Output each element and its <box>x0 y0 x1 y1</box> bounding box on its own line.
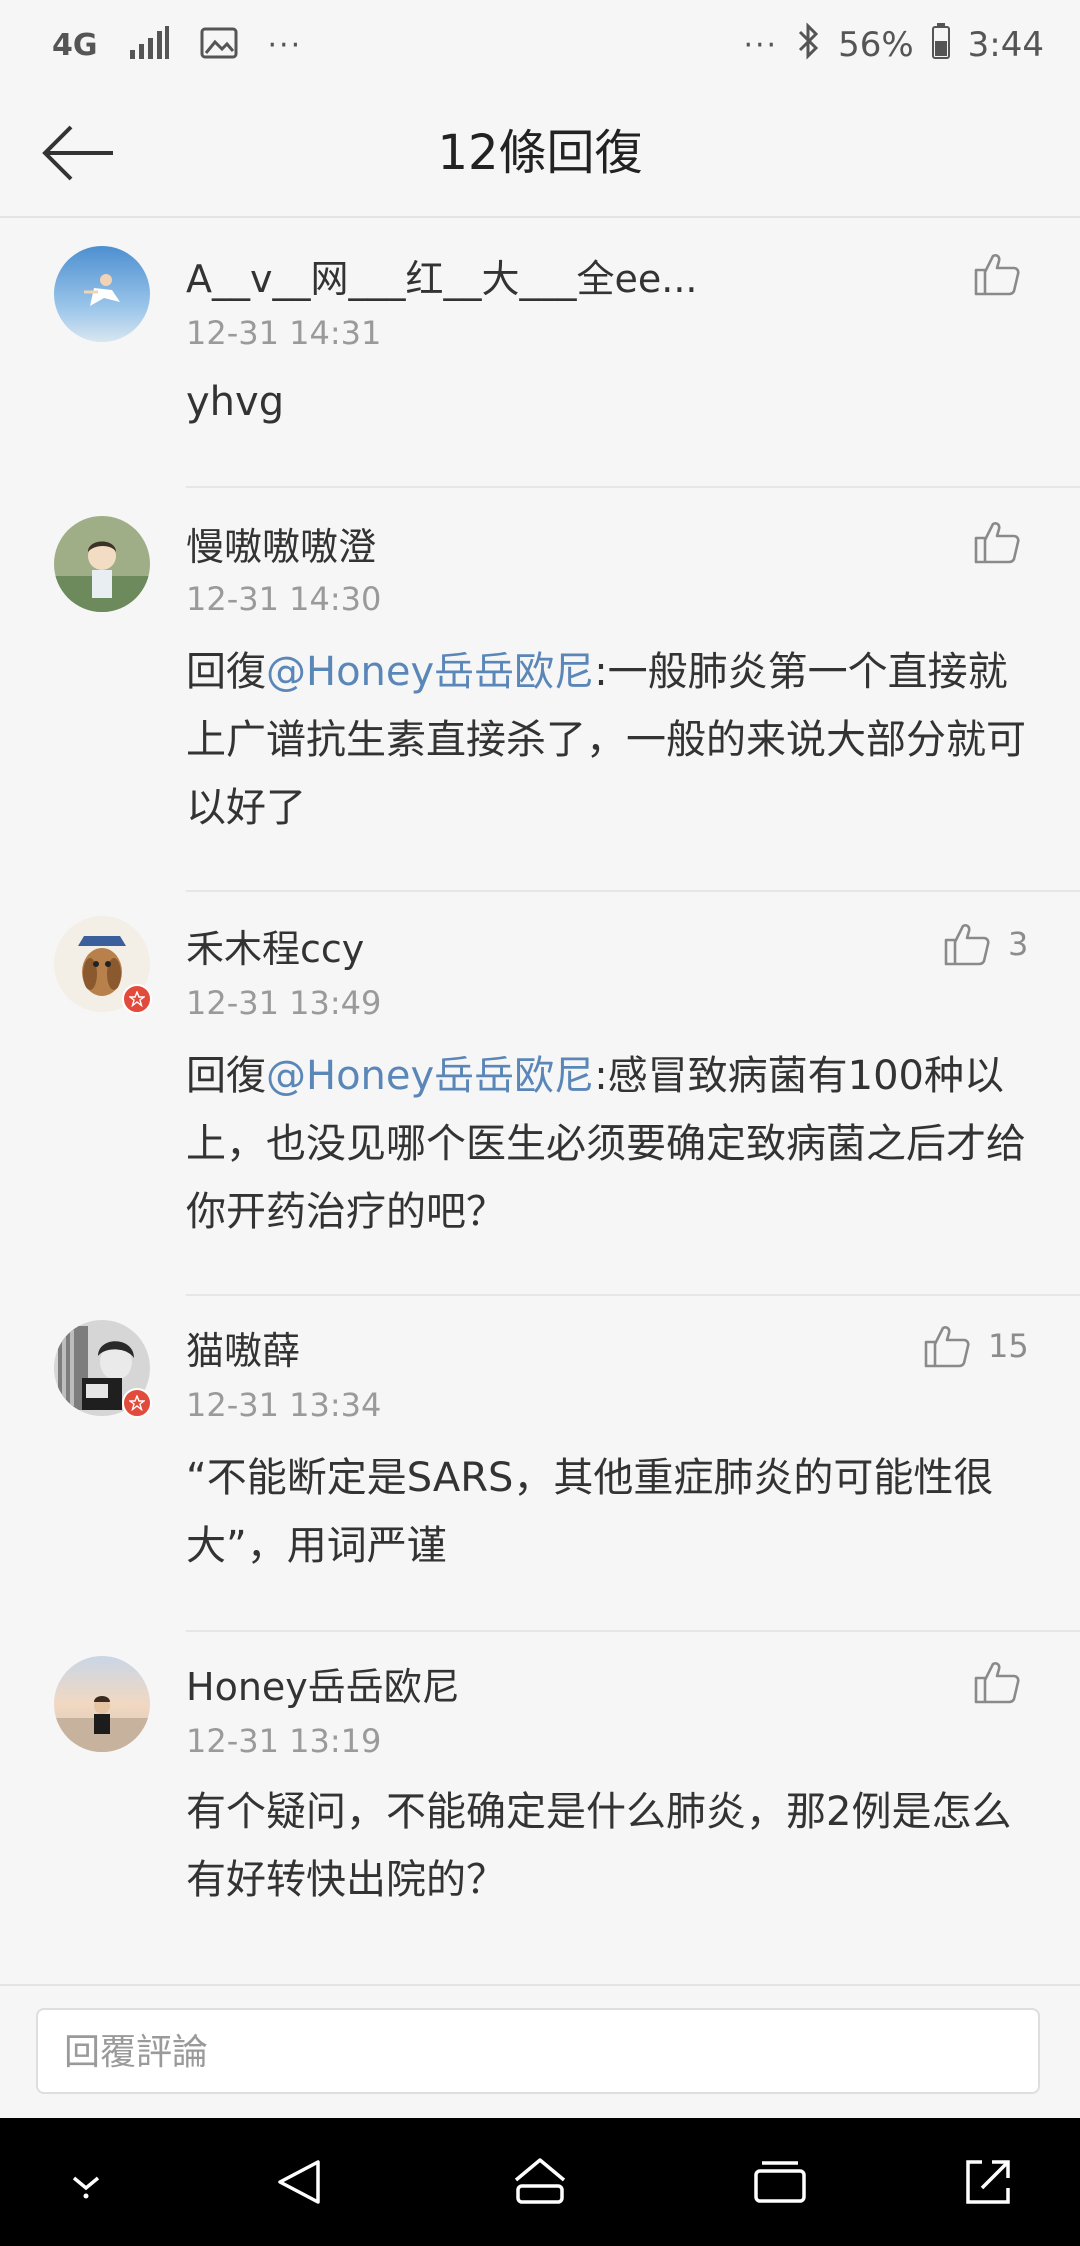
thumbs-up-icon <box>944 924 990 966</box>
reply-bar: 回覆評論 <box>0 1984 1080 2120</box>
comment-time: 12-31 13:49 <box>186 984 382 1022</box>
user-mention-link[interactable]: @Honey岳岳欧尼 <box>266 1053 594 1099</box>
comment-author[interactable]: Honey岳岳欧尼 <box>186 1656 460 1711</box>
like-button[interactable]: 3 <box>944 922 1028 966</box>
triangle-back-icon <box>278 2160 320 2204</box>
thumbs-up-icon <box>924 1326 970 1368</box>
gallery-icon <box>200 27 238 63</box>
comment-text: 有个疑问，不能确定是什么肺炎，那2例是怎么有好转快出院的？ <box>186 1778 1036 1914</box>
network-indicator: 4G <box>52 27 98 63</box>
comment-text: yhvg <box>186 368 1036 436</box>
battery-percent: 56% <box>838 25 914 65</box>
recents-icon <box>754 2161 806 2203</box>
comment-text: 回復@Honey岳岳欧尼:一般肺炎第一个直接就上广谱抗生素直接杀了，一般的来说大… <box>186 638 1036 842</box>
avatar[interactable] <box>54 516 150 612</box>
comment-item: 慢嗷嗷嗷澄 12-31 14:30 回復@Honey岳岳欧尼:一般肺炎第一个直接… <box>54 488 1080 892</box>
battery-icon <box>931 22 950 68</box>
back-arrow-icon <box>42 125 113 181</box>
comment-item: 猫嗷薛 12-31 13:34 “不能断定是SARS，其他重症肺炎的可能性很大”… <box>54 1296 1080 1632</box>
comment-text-segment: 回復 <box>186 649 266 695</box>
comment-text-segment: 回復 <box>186 1053 266 1099</box>
verified-badge-icon <box>122 984 152 1014</box>
reply-input[interactable]: 回覆評論 <box>36 2008 1040 2094</box>
more-notifications-indicator: ··· <box>267 27 303 63</box>
avatar[interactable] <box>54 1320 152 1418</box>
avatar[interactable] <box>54 246 150 342</box>
comment-time: 12-31 13:19 <box>186 1722 382 1760</box>
comment-time: 12-31 14:30 <box>186 580 382 618</box>
comment-list: A__v__网___红__大___全ee... 12-31 14:31 yhvg… <box>0 218 1080 1992</box>
comment-author[interactable]: 禾木程ccy <box>186 918 364 973</box>
system-nav-bar <box>0 2118 1080 2246</box>
status-bar: 4G ··· ··· 56% 3:44 <box>0 0 1080 90</box>
chevron-down-icon <box>72 2176 100 2199</box>
user-mention-link[interactable]: @Honey岳岳欧尼 <box>266 649 594 695</box>
comment-text: “不能断定是SARS，其他重症肺炎的可能性很大”，用词严谨 <box>186 1444 1036 1580</box>
comment-time: 12-31 13:34 <box>186 1386 382 1424</box>
like-button[interactable] <box>974 1660 1038 1704</box>
back-nav-button[interactable] <box>264 2146 336 2218</box>
home-icon <box>514 2158 566 2204</box>
comment-author[interactable]: 猫嗷薛 <box>186 1320 300 1375</box>
like-count: 3 <box>1008 925 1029 963</box>
page-title: 12條回復 <box>437 125 643 181</box>
comment-item: Honey岳岳欧尼 12-31 13:19 有个疑问，不能确定是什么肺炎，那2例… <box>54 1632 1080 1992</box>
comment-item: A__v__网___红__大___全ee... 12-31 14:31 yhvg <box>54 218 1080 488</box>
back-button[interactable] <box>38 116 120 190</box>
thumbs-up-icon <box>974 254 1020 296</box>
home-nav-button[interactable] <box>504 2146 576 2218</box>
like-button[interactable]: 15 <box>924 1324 1029 1368</box>
comment-author[interactable]: A__v__网___红__大___全ee... <box>186 248 697 303</box>
comment-text-segment: yhvg <box>186 379 285 425</box>
like-button[interactable] <box>974 520 1038 564</box>
like-count: 15 <box>988 1327 1029 1365</box>
avatar[interactable] <box>54 916 152 1014</box>
comment-text-segment: “不能断定是SARS，其他重症肺炎的可能性很大”，用词严谨 <box>186 1455 994 1569</box>
thumbs-up-icon <box>974 1662 1020 1704</box>
bluetooth-icon <box>796 21 820 69</box>
avatar[interactable] <box>54 1656 150 1752</box>
verified-badge-icon <box>122 1388 152 1418</box>
signal-icon <box>128 26 170 64</box>
hide-nav-button[interactable] <box>50 2146 122 2218</box>
comment-text: 回復@Honey岳岳欧尼:感冒致病菌有100种以上，也没见哪个医生必须要确定致病… <box>186 1042 1036 1246</box>
expand-icon <box>966 2160 1010 2204</box>
top-bar: 12條回復 <box>0 90 1080 218</box>
comment-text-segment: 有个疑问，不能确定是什么肺炎，那2例是怎么有好转快出院的？ <box>186 1789 1012 1903</box>
like-button[interactable] <box>974 252 1038 296</box>
recents-nav-button[interactable] <box>744 2146 816 2218</box>
thumbs-up-icon <box>974 522 1020 564</box>
comment-item: 禾木程ccy 12-31 13:49 回復@Honey岳岳欧尼:感冒致病菌有10… <box>54 892 1080 1296</box>
expand-nav-button[interactable] <box>952 2146 1024 2218</box>
clock: 3:44 <box>967 25 1044 65</box>
comment-time: 12-31 14:31 <box>186 314 382 352</box>
more-status-indicator: ··· <box>743 27 779 63</box>
comment-author[interactable]: 慢嗷嗷嗷澄 <box>186 516 376 571</box>
